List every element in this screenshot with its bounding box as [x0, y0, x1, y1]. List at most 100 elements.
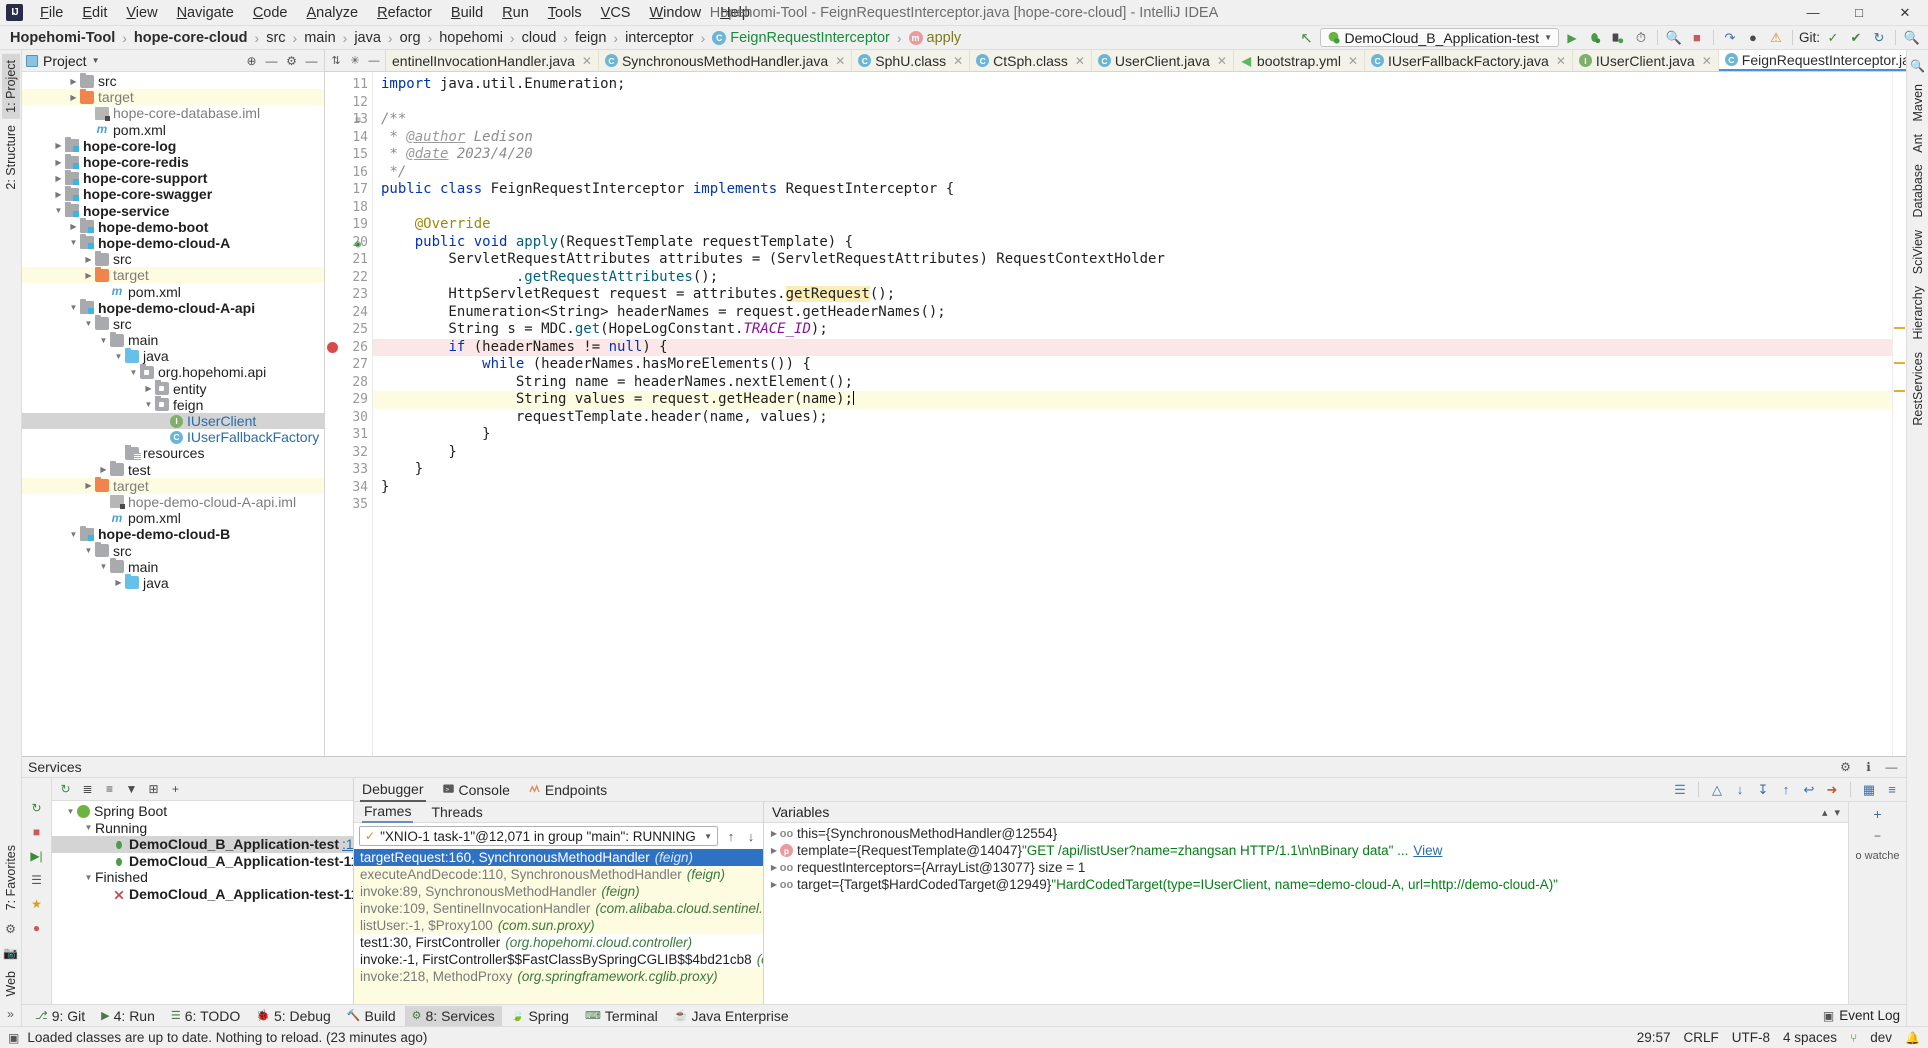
close-tab-icon[interactable]: ✕	[953, 54, 963, 68]
chevron-right-icon[interactable]: ▶	[52, 174, 65, 183]
breadcrumb-class[interactable]: C FeignRequestInterceptor	[710, 30, 892, 46]
step-into-icon[interactable]: ↓	[1732, 782, 1748, 797]
collapse-all-icon[interactable]: ―	[263, 52, 280, 69]
rail-tab-sciview[interactable]: SciView	[1909, 224, 1927, 280]
search-everywhere-icon[interactable]: ●	[1743, 28, 1763, 47]
bottom-bar-6-todo[interactable]: ☰ 6: TODO	[164, 1006, 247, 1026]
editor-tab-synchronousmethodhandler-java[interactable]: C SynchronousMethodHandler.java ✕	[598, 50, 853, 71]
bottom-bar-java-enterprise[interactable]: ☕ Java Enterprise	[667, 1006, 796, 1026]
breadcrumb-item-hopehomi-tool[interactable]: Hopehomi-Tool	[8, 30, 117, 46]
gutter-line-32[interactable]: 32	[325, 444, 372, 462]
bottom-bar-5-debug[interactable]: 🐞 5: Debug	[249, 1006, 338, 1026]
collapse-all-icon[interactable]: ≡	[102, 782, 117, 796]
run-button[interactable]: ▶	[1562, 28, 1582, 47]
run-configuration-selector[interactable]: DemoCloud_B_Application-test ▼	[1319, 28, 1559, 47]
debugger-tab-console[interactable]: > Console	[440, 779, 512, 801]
menu-item-window[interactable]: Window	[640, 2, 710, 24]
ant-icon[interactable]: ⚙	[5, 917, 16, 941]
chevron-down-icon[interactable]: ▼	[142, 400, 155, 409]
stack-frame-row[interactable]: targetRequest:160, SynchronousMethodHand…	[354, 849, 763, 866]
camera-icon[interactable]: 📷	[3, 941, 18, 965]
tree-row[interactable]: ▼ org.hopehomi.api	[22, 363, 324, 380]
gutter-line-25[interactable]: 25	[325, 321, 372, 339]
bottom-bar-4-run[interactable]: ▶ 4: Run	[94, 1006, 162, 1026]
git-update-icon[interactable]: ✓	[1823, 28, 1843, 47]
layout-settings-icon[interactable]: ☰	[1672, 782, 1688, 798]
gutter-line-24[interactable]: 24	[325, 304, 372, 322]
tree-row[interactable]: ▶m pom.xml	[22, 122, 324, 138]
editor-tab-iuserfallbackfactory-java[interactable]: C IUserFallbackFactory.java ✕	[1365, 50, 1573, 71]
tree-row[interactable]: ▶ hope-core-log	[22, 137, 324, 154]
filter-icon[interactable]: ☰	[29, 872, 45, 888]
chevron-down-icon[interactable]: ▼	[112, 352, 125, 361]
chevron-right-icon[interactable]: ▶	[112, 578, 125, 587]
locate-file-icon[interactable]: ⊕	[243, 52, 260, 69]
tree-row[interactable]: ▶ hope-demo-cloud-A-api.iml	[22, 494, 324, 510]
gutter-line-13[interactable]: 13 ≡	[325, 111, 372, 129]
chevron-down-icon[interactable]: ▼	[82, 823, 95, 832]
stack-frame-row[interactable]: invoke:-1, FirstController$$FastClassByS…	[354, 951, 763, 968]
gutter-line-17[interactable]: 17	[325, 181, 372, 199]
chevron-right-icon[interactable]: ▶	[67, 93, 80, 102]
close-tab-icon[interactable]: ✕	[1556, 54, 1566, 68]
rail-tab-maven[interactable]: Maven	[1909, 78, 1927, 128]
file-encoding[interactable]: UTF-8	[1732, 1030, 1770, 1045]
service-row[interactable]: DemoCloud_B_Application-test:1113/	[52, 836, 353, 853]
chevron-down-icon[interactable]: ▾	[1834, 806, 1840, 819]
drop-frame-icon[interactable]: ↩	[1801, 782, 1817, 798]
thread-selector[interactable]: ✓ "XNIO-1 task-1"@12,071 in group "main"…	[359, 826, 718, 846]
caret-position[interactable]: 29:57	[1637, 1030, 1671, 1045]
gutter-line-20[interactable]: 20 ◉	[325, 234, 372, 252]
chevron-down-icon[interactable]: ▼	[52, 206, 65, 215]
chevron-down-icon[interactable]: ▼	[67, 238, 80, 247]
editor-tab-sphu-class[interactable]: C SphU.class ✕	[852, 50, 971, 71]
project-tree[interactable]: ▶src▶target▶hope-core-database.iml▶mpom.…	[22, 72, 324, 756]
chevron-right-icon[interactable]: ▶	[52, 141, 65, 150]
service-row[interactable]: ▼ Running	[52, 820, 353, 837]
line-separator[interactable]: CRLF	[1684, 1030, 1719, 1045]
bottom-bar-8-services[interactable]: ⚙ 8: Services	[404, 1005, 502, 1026]
tree-row[interactable]: ▼ hope-service	[22, 202, 324, 219]
gutter-line-12[interactable]: 12	[325, 94, 372, 112]
service-row[interactable]: DemoCloud_A_Application-test-1112:1112/	[52, 853, 353, 870]
tree-row[interactable]: ▶ test	[22, 461, 324, 478]
event-log-label[interactable]: Event Log	[1839, 1008, 1900, 1023]
chevron-right-icon[interactable]: ▶	[768, 829, 780, 838]
step-out-icon[interactable]: △	[1709, 782, 1725, 798]
services-hide-icon[interactable]: —	[1883, 759, 1900, 776]
breadcrumb-item-java[interactable]: java	[352, 30, 383, 46]
bottom-bar-9-git[interactable]: ⎇ 9: Git	[28, 1006, 92, 1026]
rail-tab-restservices[interactable]: RestServices	[1909, 346, 1927, 432]
close-tab-icon[interactable]: ✕	[1217, 54, 1227, 68]
tree-row[interactable]: ▶C IUserFallbackFactory	[22, 429, 324, 445]
variable-row[interactable]: ▶ oo this = {SynchronousMethodHandler@1255…	[764, 825, 1848, 842]
chevron-right-icon[interactable]: ▶	[67, 77, 80, 86]
gutter-line-30[interactable]: 30	[325, 409, 372, 427]
chevron-right-icon[interactable]: ▶	[768, 846, 780, 855]
rail-tab-database[interactable]: Database	[1909, 158, 1927, 224]
breadcrumb-item-feign[interactable]: feign	[573, 30, 608, 46]
chevron-down-icon[interactable]: ▼	[64, 807, 77, 816]
stack-frame-row[interactable]: invoke:218, MethodProxy (org.springframew…	[354, 968, 763, 985]
tree-row[interactable]: ▼ hope-demo-cloud-A	[22, 234, 324, 251]
chevron-right-icon[interactable]: ▶	[768, 863, 780, 872]
rail-tab-hierarchy[interactable]: Hierarchy	[1909, 280, 1927, 346]
stack-frame-row[interactable]: listUser:-1, $Proxy100 (com.sun.proxy)	[354, 917, 763, 934]
frames-list[interactable]: targetRequest:160, SynchronousMethodHand…	[354, 849, 763, 1004]
breakpoint-icon[interactable]	[327, 341, 338, 353]
attach-debugger-icon[interactable]: 🔍	[1664, 28, 1684, 47]
warning-icon[interactable]: ⚠	[1766, 28, 1786, 47]
tree-row[interactable]: ▶ hope-core-redis	[22, 153, 324, 170]
chevron-down-icon[interactable]: ▼	[97, 336, 110, 345]
close-tab-icon[interactable]: ✕	[582, 54, 592, 68]
close-button[interactable]: ✕	[1882, 0, 1928, 25]
hide-pane-icon[interactable]: —	[303, 52, 320, 69]
close-tab-icon[interactable]: ✕	[835, 54, 845, 68]
tree-row[interactable]: ▼ java	[22, 347, 324, 364]
gutter-line-31[interactable]: 31	[325, 426, 372, 444]
breadcrumb-item-cloud[interactable]: cloud	[520, 30, 559, 46]
minimize-button[interactable]: —	[1790, 0, 1836, 25]
tree-row[interactable]: ▶ target	[22, 88, 324, 106]
resume-icon[interactable]: ▶|	[29, 848, 45, 864]
force-step-into-icon[interactable]: ↧	[1755, 782, 1771, 798]
